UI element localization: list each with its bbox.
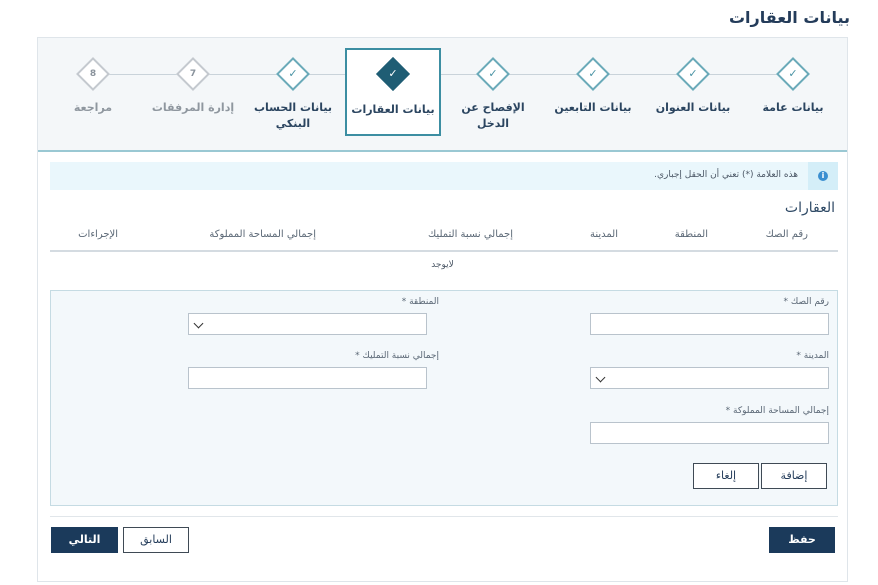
properties-table-header: رقم الصك المنطقة المدينة إجمالي نسبة الت… [50,226,838,252]
region-select[interactable] [188,313,427,335]
step-properties[interactable]: ✓ بيانات العقارات [345,48,441,136]
step-label: بيانات الحساب البنكي [253,101,333,130]
deed-number-input[interactable] [590,313,829,335]
column-actions: الإجراءات [78,229,118,240]
next-button[interactable]: التالي [51,527,118,553]
wizard-stepper: ✓ بيانات عامة ✓ بيانات العنوان ✓ بيانات … [38,38,847,152]
step-attachments[interactable]: 7 إدارة المرفقات [145,48,241,136]
check-icon: ✓ [776,57,810,91]
check-icon: ✓ [476,57,510,91]
save-button[interactable]: حفظ [769,527,835,553]
check-icon: ✓ [376,57,410,91]
chevron-down-icon [193,318,204,329]
step-number-icon: 7 [176,57,210,91]
check-icon: ✓ [576,57,610,91]
step-label: بيانات العنوان [655,101,731,114]
step-label: مراجعة [73,101,113,114]
step-bank-account[interactable]: ✓ بيانات الحساب البنكي [245,48,341,136]
table-empty-message: لايوجد [431,260,454,270]
owned-area-label: إجمالي المساحة المملوكة * [725,406,829,416]
main-card: ✓ بيانات عامة ✓ بيانات العنوان ✓ بيانات … [37,37,848,582]
section-title: العقارات [784,200,835,216]
region-label: المنطقة * [401,297,439,307]
check-icon: ✓ [676,57,710,91]
info-icon: i [818,171,828,181]
step-label: بيانات التابعين [554,101,632,114]
step-review[interactable]: 8 مراجعة [45,48,141,136]
notice-text: هذه العلامة (*) تعني أن الحقل إجباري. [654,170,798,180]
owned-area-input[interactable] [590,422,829,444]
city-label: المدينة * [796,351,829,361]
column-owned-area: إجمالي المساحة المملوكة [209,229,316,240]
city-select[interactable] [590,367,829,389]
column-deed-number: رقم الصك [765,229,808,240]
cancel-button[interactable]: إلغاء [693,463,759,489]
required-fields-notice: i هذه العلامة (*) تعني أن الحقل إجباري. [50,162,838,190]
column-ownership-ratio: إجمالي نسبة التمليك [428,229,513,240]
step-label: بيانات العقارات [351,103,435,116]
column-city: المدينة [589,229,618,240]
step-general-info[interactable]: ✓ بيانات عامة [745,48,841,136]
step-label: بيانات عامة [762,101,824,114]
step-number-icon: 8 [76,57,110,91]
info-icon-box: i [808,162,838,190]
step-dependents[interactable]: ✓ بيانات التابعين [545,48,641,136]
check-icon: ✓ [276,57,310,91]
add-button[interactable]: إضافة [761,463,827,489]
ownership-ratio-label: إجمالي نسبة التمليك * [355,351,439,361]
footer-divider [50,516,838,517]
page-title: بيانات العقارات [728,8,850,27]
property-form: رقم الصك * المنطقة * المدينة * إجمالي نس… [50,290,838,506]
step-label: الإفصاح عن الدخل [461,101,525,130]
step-income-disclosure[interactable]: ✓ الإفصاح عن الدخل [445,48,541,136]
deed-number-label: رقم الصك * [783,297,830,307]
previous-button[interactable]: السابق [123,527,189,553]
ownership-ratio-input[interactable] [188,367,427,389]
step-address[interactable]: ✓ بيانات العنوان [645,48,741,136]
column-region: المنطقة [674,229,708,240]
step-label: إدارة المرفقات [151,101,235,114]
chevron-down-icon [595,372,606,383]
